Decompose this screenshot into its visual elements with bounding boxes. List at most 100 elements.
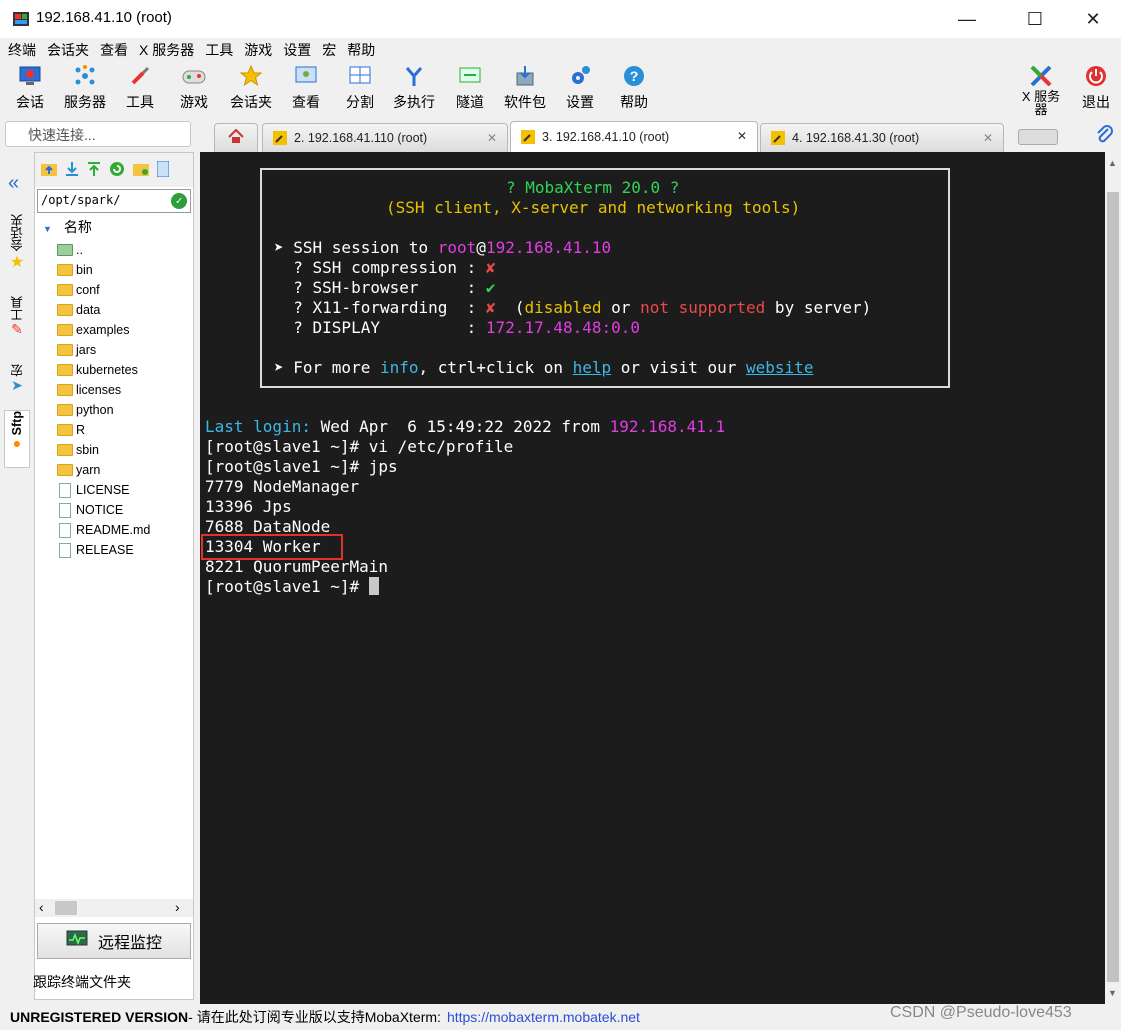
folder-icon <box>57 464 73 476</box>
folder-item[interactable]: licenses <box>57 380 121 400</box>
menu-view[interactable]: 查看 <box>98 40 137 60</box>
ssh-session-line: ➤ SSH session to root@192.168.41.10 <box>274 238 612 257</box>
collapse-icon[interactable]: « <box>8 172 19 195</box>
folder-item[interactable]: R <box>57 420 85 440</box>
servers-icon <box>73 64 97 88</box>
side-tab-sessions[interactable]: 会话夹 ★ <box>4 214 30 288</box>
key-icon <box>521 130 535 144</box>
horizontal-scrollbar[interactable]: ‹ › <box>35 899 193 917</box>
maximize-button[interactable]: ☐ <box>1012 0 1058 38</box>
star-icon <box>239 64 263 88</box>
scroll-right-icon[interactable]: › <box>175 899 180 915</box>
help-link[interactable]: help <box>573 358 612 377</box>
folder-item[interactable]: .. <box>57 240 83 260</box>
xserver-button[interactable]: X 服务器 <box>1016 64 1066 116</box>
menu-games[interactable]: 游戏 <box>242 40 281 60</box>
menu-xserver[interactable]: X 服务器 <box>137 40 203 60</box>
folder-item[interactable]: data <box>57 300 100 320</box>
new-file-icon[interactable] <box>156 160 170 180</box>
key-icon <box>273 131 287 145</box>
download-icon[interactable] <box>65 161 79 180</box>
menu-tools[interactable]: 工具 <box>203 40 242 60</box>
tab-close-icon[interactable]: ✕ <box>737 129 747 143</box>
window-title: 192.168.41.10 (root) <box>36 9 172 26</box>
refresh-icon[interactable] <box>109 161 125 180</box>
path-ok-icon[interactable]: ✓ <box>171 193 187 209</box>
folder-item[interactable]: jars <box>57 340 96 360</box>
folder-item[interactable]: bin <box>57 260 93 280</box>
scroll-up-icon[interactable]: ▲ <box>1108 158 1117 168</box>
welcome-banner: ? MobaXterm 20.0 ? (SSH client, X-server… <box>260 168 950 388</box>
tab-session-4[interactable]: 4. 192.168.41.30 (root) ✕ <box>760 123 1004 152</box>
new-folder-icon[interactable] <box>133 162 149 179</box>
games-button[interactable]: 游戏 <box>176 64 212 116</box>
subscribe-message[interactable]: - 请在此处订阅专业版以支持MobaXterm: <box>188 1007 441 1027</box>
folder-item[interactable]: python <box>57 400 114 420</box>
tab-home[interactable] <box>214 123 258 152</box>
toolbar: 会话 服务器 工具 游戏 会话夹 查看 分割 多执行 隧道 软件包 设置 ? 帮… <box>0 62 1121 118</box>
upload-icon[interactable] <box>87 161 101 180</box>
key-icon <box>771 131 785 145</box>
sessions-folder-button[interactable]: 会话夹 <box>226 64 276 116</box>
new-tab-button[interactable] <box>1018 129 1058 145</box>
close-button[interactable]: ✕ <box>1070 0 1116 38</box>
scroll-thumb[interactable] <box>1107 192 1119 982</box>
tab-close-icon[interactable]: ✕ <box>487 131 497 145</box>
folder-item[interactable]: yarn <box>57 460 100 480</box>
menu-settings[interactable]: 设置 <box>281 40 320 60</box>
exit-button[interactable]: 退出 <box>1078 64 1114 116</box>
side-tab-sftp[interactable]: Sftp ● <box>4 410 30 468</box>
mobatek-link[interactable]: https://mobaxterm.mobatek.net <box>447 1009 640 1025</box>
scroll-thumb[interactable] <box>55 901 77 915</box>
folder-item[interactable]: conf <box>57 280 100 300</box>
gear-icon <box>568 64 592 88</box>
file-item[interactable]: README.md <box>57 520 150 540</box>
menu-macros[interactable]: 宏 <box>320 40 345 60</box>
website-link[interactable]: website <box>746 358 813 377</box>
follow-terminal-folder-checkbox[interactable]: 跟踪终端文件夹 <box>33 972 131 992</box>
folder-item[interactable]: examples <box>57 320 130 340</box>
package-icon <box>513 64 537 88</box>
remote-monitor-button[interactable]: 远程监控 <box>37 923 191 959</box>
tab-close-icon[interactable]: ✕ <box>983 131 993 145</box>
tools-button[interactable]: 工具 <box>122 64 158 116</box>
tab-session-3[interactable]: 3. 192.168.41.10 (root) ✕ <box>510 121 758 152</box>
terminal-cursor <box>368 577 379 595</box>
menu-help[interactable]: 帮助 <box>345 40 384 60</box>
view-button[interactable]: 查看 <box>288 64 324 116</box>
folder-item[interactable]: sbin <box>57 440 99 460</box>
scroll-left-icon[interactable]: ‹ <box>39 899 44 915</box>
servers-button[interactable]: 服务器 <box>60 64 110 116</box>
split-button[interactable]: 分割 <box>342 64 378 116</box>
scroll-down-icon[interactable]: ▼ <box>1108 988 1117 998</box>
help-icon: ? <box>622 64 646 88</box>
folder-item[interactable]: kubernetes <box>57 360 138 380</box>
packages-button[interactable]: 软件包 <box>502 64 548 116</box>
tab-session-2[interactable]: 2. 192.168.41.110 (root) ✕ <box>262 123 508 152</box>
paperclip-icon[interactable] <box>1094 124 1114 147</box>
file-item[interactable]: NOTICE <box>57 500 123 520</box>
folder-up-icon[interactable] <box>41 162 57 179</box>
menu-sessions[interactable]: 会话夹 <box>45 40 98 60</box>
file-item[interactable]: LICENSE <box>57 480 130 500</box>
multiexec-button[interactable]: 多执行 <box>390 64 438 116</box>
sftp-path-input[interactable]: /opt/spark/ ✓ <box>37 189 191 213</box>
file-icon <box>59 482 71 498</box>
side-tab-macros[interactable]: 宏 ➤ <box>4 364 30 404</box>
session-button[interactable]: 会话 <box>12 64 48 116</box>
help-button[interactable]: ? 帮助 <box>616 64 652 116</box>
file-name: LICENSE <box>76 483 130 497</box>
file-name: bin <box>76 263 93 277</box>
side-tab-tools[interactable]: 工具 ✎ <box>4 296 30 354</box>
terminal-scrollbar[interactable]: ▲ ▼ <box>1105 152 1121 1004</box>
file-item[interactable]: RELEASE <box>57 540 134 560</box>
minimize-button[interactable]: — <box>944 0 990 38</box>
mobaxterm-logo-icon <box>12 10 30 28</box>
terminal[interactable]: ? MobaXterm 20.0 ? (SSH client, X-server… <box>200 152 1105 1004</box>
name-column-header[interactable]: ▼ 名称 <box>43 217 92 237</box>
settings-button[interactable]: 设置 <box>562 64 598 116</box>
tunnel-button[interactable]: 隧道 <box>452 64 488 116</box>
menu-terminal[interactable]: 终端 <box>6 40 45 60</box>
quick-connect-input[interactable]: 快速连接... <box>5 121 191 147</box>
x-logo-icon <box>1029 64 1053 88</box>
